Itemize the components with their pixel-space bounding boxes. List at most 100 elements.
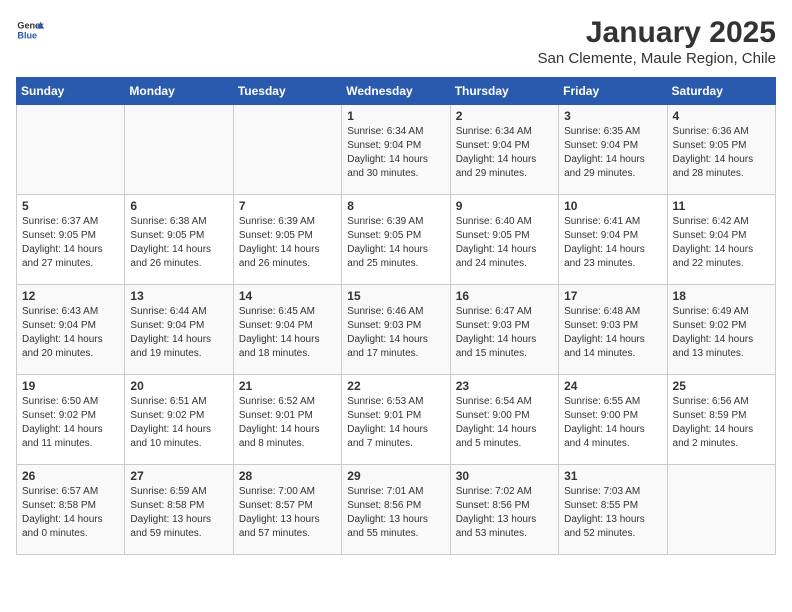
day-number: 4 bbox=[673, 109, 770, 123]
calendar-week-4: 19 Sunrise: 6:50 AM Sunset: 9:02 PM Dayli… bbox=[17, 375, 776, 465]
day-number: 20 bbox=[130, 379, 227, 393]
weekday-header-sunday: Sunday bbox=[17, 78, 125, 105]
day-number: 31 bbox=[564, 469, 661, 483]
day-info: Sunrise: 6:54 AM Sunset: 9:00 PM Dayligh… bbox=[456, 395, 553, 451]
day-number: 19 bbox=[22, 379, 119, 393]
logo: General Blue bbox=[16, 16, 44, 44]
day-number: 7 bbox=[239, 199, 336, 213]
day-number: 14 bbox=[239, 289, 336, 303]
day-number: 16 bbox=[456, 289, 553, 303]
calendar-cell: 8 Sunrise: 6:39 AM Sunset: 9:05 PM Daylig… bbox=[342, 195, 450, 285]
calendar-cell bbox=[17, 105, 125, 195]
day-info: Sunrise: 6:55 AM Sunset: 9:00 PM Dayligh… bbox=[564, 395, 661, 451]
weekday-header-tuesday: Tuesday bbox=[233, 78, 341, 105]
weekday-header-thursday: Thursday bbox=[450, 78, 558, 105]
day-number: 8 bbox=[347, 199, 444, 213]
day-info: Sunrise: 6:44 AM Sunset: 9:04 PM Dayligh… bbox=[130, 305, 227, 361]
day-info: Sunrise: 6:51 AM Sunset: 9:02 PM Dayligh… bbox=[130, 395, 227, 451]
day-number: 12 bbox=[22, 289, 119, 303]
day-number: 17 bbox=[564, 289, 661, 303]
day-info: Sunrise: 6:52 AM Sunset: 9:01 PM Dayligh… bbox=[239, 395, 336, 451]
day-number: 27 bbox=[130, 469, 227, 483]
day-info: Sunrise: 6:34 AM Sunset: 9:04 PM Dayligh… bbox=[347, 125, 444, 181]
day-info: Sunrise: 6:36 AM Sunset: 9:05 PM Dayligh… bbox=[673, 125, 770, 181]
calendar-cell: 26 Sunrise: 6:57 AM Sunset: 8:58 PM Dayli… bbox=[17, 465, 125, 555]
calendar-cell: 16 Sunrise: 6:47 AM Sunset: 9:03 PM Dayli… bbox=[450, 285, 558, 375]
svg-text:Blue: Blue bbox=[17, 30, 37, 40]
calendar-cell: 20 Sunrise: 6:51 AM Sunset: 9:02 PM Dayli… bbox=[125, 375, 233, 465]
day-number: 6 bbox=[130, 199, 227, 213]
calendar-cell: 18 Sunrise: 6:49 AM Sunset: 9:02 PM Dayli… bbox=[667, 285, 775, 375]
weekday-header-monday: Monday bbox=[125, 78, 233, 105]
day-number: 18 bbox=[673, 289, 770, 303]
day-info: Sunrise: 7:02 AM Sunset: 8:56 PM Dayligh… bbox=[456, 485, 553, 541]
logo-icon: General Blue bbox=[16, 16, 44, 44]
calendar-cell bbox=[125, 105, 233, 195]
day-number: 2 bbox=[456, 109, 553, 123]
day-number: 28 bbox=[239, 469, 336, 483]
calendar-cell: 29Sunrise: 7:01 AM Sunset: 8:56 PM Dayli… bbox=[342, 465, 450, 555]
calendar-cell bbox=[233, 105, 341, 195]
day-info: Sunrise: 6:39 AM Sunset: 9:05 PM Dayligh… bbox=[239, 215, 336, 271]
day-info: Sunrise: 6:43 AM Sunset: 9:04 PM Dayligh… bbox=[22, 305, 119, 361]
calendar-cell: 9Sunrise: 6:40 AM Sunset: 9:05 PM Daylig… bbox=[450, 195, 558, 285]
calendar-body: 1Sunrise: 6:34 AM Sunset: 9:04 PM Daylig… bbox=[17, 105, 776, 555]
day-number: 23 bbox=[456, 379, 553, 393]
page-header: General Blue January 2025 San Clemente, … bbox=[16, 16, 776, 67]
calendar-cell: 30Sunrise: 7:02 AM Sunset: 8:56 PM Dayli… bbox=[450, 465, 558, 555]
calendar-cell: 19 Sunrise: 6:50 AM Sunset: 9:02 PM Dayli… bbox=[17, 375, 125, 465]
calendar-cell: 31 Sunrise: 7:03 AM Sunset: 8:55 PM Dayli… bbox=[559, 465, 667, 555]
day-info: Sunrise: 6:42 AM Sunset: 9:04 PM Dayligh… bbox=[673, 215, 770, 271]
calendar-cell: 1Sunrise: 6:34 AM Sunset: 9:04 PM Daylig… bbox=[342, 105, 450, 195]
calendar-subtitle: San Clemente, Maule Region, Chile bbox=[538, 50, 776, 67]
calendar-header: SundayMondayTuesdayWednesdayThursdayFrid… bbox=[17, 78, 776, 105]
calendar-cell: 7 Sunrise: 6:39 AM Sunset: 9:05 PM Daylig… bbox=[233, 195, 341, 285]
weekday-header-saturday: Saturday bbox=[667, 78, 775, 105]
calendar-cell: 2 Sunrise: 6:34 AM Sunset: 9:04 PM Daylig… bbox=[450, 105, 558, 195]
day-info: Sunrise: 6:56 AM Sunset: 8:59 PM Dayligh… bbox=[673, 395, 770, 451]
day-number: 5 bbox=[22, 199, 119, 213]
calendar-cell: 11Sunrise: 6:42 AM Sunset: 9:04 PM Dayli… bbox=[667, 195, 775, 285]
day-info: Sunrise: 6:47 AM Sunset: 9:03 PM Dayligh… bbox=[456, 305, 553, 361]
calendar-cell: 3Sunrise: 6:35 AM Sunset: 9:04 PM Daylig… bbox=[559, 105, 667, 195]
calendar-cell: 15Sunrise: 6:46 AM Sunset: 9:03 PM Dayli… bbox=[342, 285, 450, 375]
day-info: Sunrise: 7:00 AM Sunset: 8:57 PM Dayligh… bbox=[239, 485, 336, 541]
day-info: Sunrise: 6:37 AM Sunset: 9:05 PM Dayligh… bbox=[22, 215, 119, 271]
day-info: Sunrise: 6:59 AM Sunset: 8:58 PM Dayligh… bbox=[130, 485, 227, 541]
calendar-week-1: 1Sunrise: 6:34 AM Sunset: 9:04 PM Daylig… bbox=[17, 105, 776, 195]
day-info: Sunrise: 7:03 AM Sunset: 8:55 PM Dayligh… bbox=[564, 485, 661, 541]
day-info: Sunrise: 6:57 AM Sunset: 8:58 PM Dayligh… bbox=[22, 485, 119, 541]
day-info: Sunrise: 6:53 AM Sunset: 9:01 PM Dayligh… bbox=[347, 395, 444, 451]
day-info: Sunrise: 6:45 AM Sunset: 9:04 PM Dayligh… bbox=[239, 305, 336, 361]
day-info: Sunrise: 6:38 AM Sunset: 9:05 PM Dayligh… bbox=[130, 215, 227, 271]
day-info: Sunrise: 6:39 AM Sunset: 9:05 PM Dayligh… bbox=[347, 215, 444, 271]
day-info: Sunrise: 6:48 AM Sunset: 9:03 PM Dayligh… bbox=[564, 305, 661, 361]
calendar-cell: 17 Sunrise: 6:48 AM Sunset: 9:03 PM Dayli… bbox=[559, 285, 667, 375]
day-number: 26 bbox=[22, 469, 119, 483]
calendar-cell: 5 Sunrise: 6:37 AM Sunset: 9:05 PM Daylig… bbox=[17, 195, 125, 285]
calendar-cell: 13 Sunrise: 6:44 AM Sunset: 9:04 PM Dayli… bbox=[125, 285, 233, 375]
calendar-cell: 6 Sunrise: 6:38 AM Sunset: 9:05 PM Daylig… bbox=[125, 195, 233, 285]
calendar-cell: 25Sunrise: 6:56 AM Sunset: 8:59 PM Dayli… bbox=[667, 375, 775, 465]
day-info: Sunrise: 6:35 AM Sunset: 9:04 PM Dayligh… bbox=[564, 125, 661, 181]
day-info: Sunrise: 6:34 AM Sunset: 9:04 PM Dayligh… bbox=[456, 125, 553, 181]
calendar-title: January 2025 bbox=[538, 16, 776, 50]
calendar-cell: 28 Sunrise: 7:00 AM Sunset: 8:57 PM Dayli… bbox=[233, 465, 341, 555]
day-info: Sunrise: 6:49 AM Sunset: 9:02 PM Dayligh… bbox=[673, 305, 770, 361]
calendar-cell: 24Sunrise: 6:55 AM Sunset: 9:00 PM Dayli… bbox=[559, 375, 667, 465]
calendar-cell: 12 Sunrise: 6:43 AM Sunset: 9:04 PM Dayli… bbox=[17, 285, 125, 375]
calendar-cell: 10Sunrise: 6:41 AM Sunset: 9:04 PM Dayli… bbox=[559, 195, 667, 285]
day-number: 22 bbox=[347, 379, 444, 393]
day-number: 13 bbox=[130, 289, 227, 303]
calendar-cell: 14 Sunrise: 6:45 AM Sunset: 9:04 PM Dayli… bbox=[233, 285, 341, 375]
day-info: Sunrise: 7:01 AM Sunset: 8:56 PM Dayligh… bbox=[347, 485, 444, 541]
day-number: 21 bbox=[239, 379, 336, 393]
weekday-header-friday: Friday bbox=[559, 78, 667, 105]
day-number: 15 bbox=[347, 289, 444, 303]
day-info: Sunrise: 6:41 AM Sunset: 9:04 PM Dayligh… bbox=[564, 215, 661, 271]
calendar-cell: 22 Sunrise: 6:53 AM Sunset: 9:01 PM Dayli… bbox=[342, 375, 450, 465]
calendar-week-5: 26 Sunrise: 6:57 AM Sunset: 8:58 PM Dayli… bbox=[17, 465, 776, 555]
calendar-cell: 4 Sunrise: 6:36 AM Sunset: 9:05 PM Daylig… bbox=[667, 105, 775, 195]
calendar-cell bbox=[667, 465, 775, 555]
day-info: Sunrise: 6:50 AM Sunset: 9:02 PM Dayligh… bbox=[22, 395, 119, 451]
